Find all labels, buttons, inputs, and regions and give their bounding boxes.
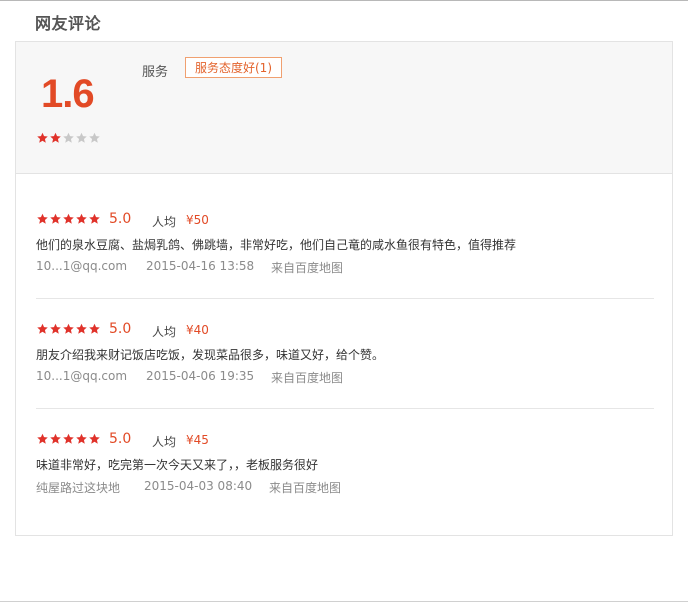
service-tag[interactable]: 服务态度好(1) — [185, 57, 282, 78]
review-star-rating — [36, 323, 101, 335]
star-filled-icon — [37, 132, 48, 143]
bottom-border — [0, 601, 688, 602]
review-user: 纯屋路过这块地 — [36, 481, 121, 495]
review-text: 味道非常好，吃完第一次今天又来了，，老板服务很好 — [36, 458, 319, 472]
avg-price-value: ¥45 — [186, 433, 209, 447]
star-filled-icon — [63, 213, 74, 224]
review-divider — [36, 298, 654, 299]
review-star-rating — [36, 433, 101, 445]
review-score: 5.0 — [109, 211, 132, 227]
review-source: 来自百度地图 — [269, 481, 342, 495]
star-filled-icon — [37, 213, 48, 224]
star-filled-icon — [89, 433, 100, 444]
avg-price-label: 人均 — [152, 325, 177, 339]
review-score: 5.0 — [109, 321, 132, 337]
service-label: 服务 — [142, 65, 169, 80]
star-filled-icon — [89, 213, 100, 224]
star-filled-icon — [76, 433, 87, 444]
star-filled-icon — [37, 433, 48, 444]
star-empty-icon — [63, 132, 74, 143]
review-item: 5.0 人均 ¥50 他们的泉水豆腐、盐焗乳鸽、佛跳墙，非常好吃，他们自己竜的咸… — [36, 211, 656, 301]
review-star-rating — [36, 213, 101, 225]
star-filled-icon — [63, 433, 74, 444]
star-filled-icon — [76, 323, 87, 334]
review-time: 2015-04-06 19:35 — [146, 369, 255, 383]
review-item: 5.0 人均 ¥45 味道非常好，吃完第一次今天又来了，，老板服务很好 纯屋路过… — [36, 431, 656, 521]
avg-price-label: 人均 — [152, 435, 177, 449]
rating-summary: 1.6 服务 服务态度好(1) — [16, 42, 672, 174]
review-user: 10...1@qq.com — [36, 259, 128, 273]
avg-price-value: ¥40 — [186, 323, 209, 337]
review-text: 朋友介绍我来财记饭店吃饭，发现菜品很多，味道又好，给个赞。 — [36, 348, 385, 362]
top-border — [0, 0, 688, 1]
review-divider — [36, 408, 654, 409]
star-filled-icon — [76, 213, 87, 224]
avg-price-value: ¥50 — [186, 213, 209, 227]
star-filled-icon — [37, 323, 48, 334]
overall-star-rating — [36, 132, 101, 144]
star-filled-icon — [50, 323, 61, 334]
review-text: 他们的泉水豆腐、盐焗乳鸽、佛跳墙，非常好吃，他们自己竜的咸水鱼很有特色，值得推荐 — [36, 238, 517, 252]
review-time: 2015-04-16 13:58 — [146, 259, 255, 273]
star-filled-icon — [50, 433, 61, 444]
review-source: 来自百度地图 — [271, 261, 344, 275]
overall-score: 1.6 — [41, 72, 95, 116]
star-empty-icon — [76, 132, 87, 143]
avg-price-label: 人均 — [152, 215, 177, 229]
section-title: 网友评论 — [35, 14, 102, 33]
review-user: 10...1@qq.com — [36, 369, 128, 383]
comments-panel: 1.6 服务 服务态度好(1) 5.0 人均 ¥50 他们的泉水豆腐、盐焗乳鸽、… — [15, 41, 673, 536]
star-empty-icon — [89, 132, 100, 143]
review-score: 5.0 — [109, 431, 132, 447]
review-item: 5.0 人均 ¥40 朋友介绍我来财记饭店吃饭，发现菜品很多，味道又好，给个赞。… — [36, 321, 656, 411]
star-filled-icon — [89, 323, 100, 334]
review-source: 来自百度地图 — [271, 371, 344, 385]
star-filled-icon — [50, 213, 61, 224]
review-time: 2015-04-03 08:40 — [144, 479, 253, 493]
star-filled-icon — [50, 132, 61, 143]
star-filled-icon — [63, 323, 74, 334]
